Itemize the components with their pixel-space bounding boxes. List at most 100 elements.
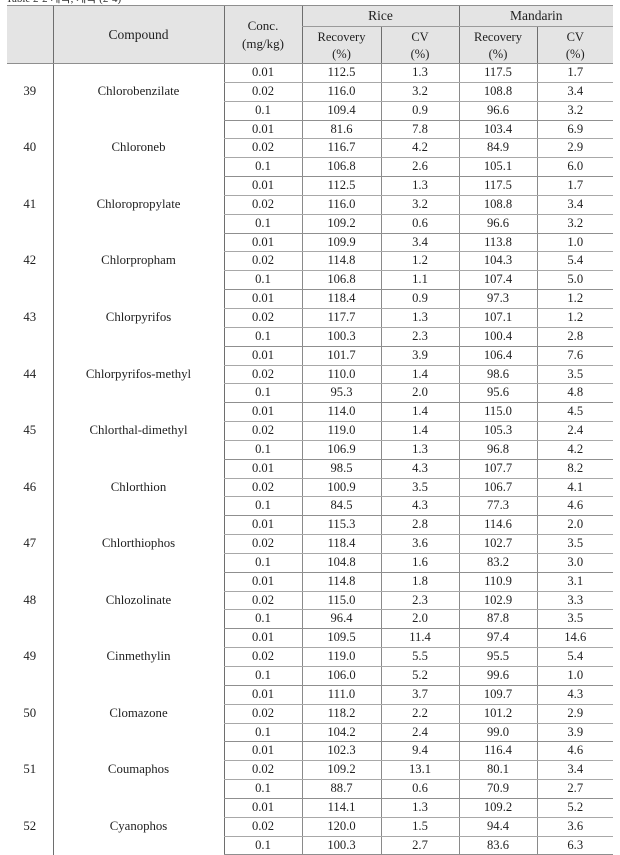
mandarin-recovery-value: 102.9: [458, 591, 537, 611]
rice-recovery-value: 120.0: [301, 817, 381, 837]
concentration-value: 0.02: [223, 365, 302, 385]
mandarin-cv-value: 3.0: [536, 553, 614, 573]
compound-name: Chlorthion: [52, 459, 224, 516]
mandarin-cv-value: 3.6: [536, 817, 614, 837]
rice-cv-value: 2.3: [380, 591, 459, 611]
mandarin-recovery-value: 105.1: [458, 157, 537, 178]
concentration-value: 0.02: [223, 308, 302, 328]
rice-recovery-value: 119.0: [301, 421, 381, 441]
concentration-value: 0.01: [223, 120, 302, 140]
concentration-value: 0.1: [223, 101, 302, 121]
mandarin-cv-value: 2.9: [536, 138, 614, 159]
rice-cv-value: 0.9: [380, 289, 459, 309]
mandarin-recovery-value: 107.4: [458, 270, 537, 291]
mandarin-recovery-value: 108.8: [458, 82, 537, 102]
rice-cv-value: 0.6: [380, 214, 459, 234]
mandarin-recovery-value: 83.2: [458, 553, 537, 573]
mandarin-cv-value: 4.6: [536, 741, 614, 762]
row-number: 47: [23, 536, 37, 551]
rice-cv-value: 1.6: [380, 553, 459, 573]
mandarin-recovery-value: 109.7: [458, 685, 537, 705]
header-mandarin-recovery-line1: Recovery: [474, 29, 522, 44]
compound-name: Chlozolinate: [52, 572, 224, 629]
mandarin-cv-value: 5.0: [536, 270, 614, 291]
row-number: 52: [23, 818, 37, 833]
rice-cv-value: 5.5: [380, 647, 459, 667]
rice-cv-value: 3.7: [380, 685, 459, 705]
mandarin-cv-value: 14.6: [536, 628, 614, 649]
mandarin-recovery-value: 110.9: [458, 572, 537, 592]
mandarin-recovery-value: 95.5: [458, 647, 537, 667]
rice-cv-value: 3.4: [380, 233, 459, 253]
rice-recovery-value: 98.5: [301, 459, 381, 479]
table-row: 43 Chlorpyrifos 0.01 118.4 0.9 97.3 1.2: [7, 289, 614, 347]
mandarin-recovery-value: 77.3: [458, 496, 537, 517]
rice-cv-value: 9.4: [380, 741, 459, 762]
mandarin-recovery-value: 107.7: [458, 459, 537, 479]
header-concentration: Conc. (mg/kg): [223, 5, 302, 64]
rice-recovery-value: 116.7: [301, 138, 381, 159]
concentration-value: 0.01: [223, 346, 302, 366]
rice-recovery-value: 100.3: [301, 836, 381, 855]
mandarin-recovery-value: 95.6: [458, 383, 537, 404]
rice-recovery-value: 118.4: [301, 534, 381, 554]
rice-cv-value: 0.9: [380, 101, 459, 121]
mandarin-cv-value: 4.3: [536, 685, 614, 705]
table-header: Compound Conc. (mg/kg) Rice Mandarin Rec…: [7, 5, 614, 64]
mandarin-cv-value: 3.4: [536, 195, 614, 215]
concentration-value: 0.1: [223, 553, 302, 573]
rice-cv-value: 1.5: [380, 817, 459, 837]
rice-cv-value: 2.0: [380, 383, 459, 404]
concentration-value: 0.01: [223, 233, 302, 253]
header-number-blank: [7, 5, 53, 64]
mandarin-cv-value: 5.2: [536, 798, 614, 818]
rice-cv-value: 1.3: [380, 440, 459, 460]
rice-recovery-value: 110.0: [301, 365, 381, 385]
header-rice-recovery-line1: Recovery: [317, 29, 366, 44]
rice-cv-value: 1.3: [380, 308, 459, 328]
rice-recovery-value: 116.0: [301, 82, 381, 102]
table-body: 39 Chlorobenzilate 0.01 112.5 1.3 117.5 1.7 0.0…: [7, 63, 614, 855]
mandarin-recovery-value: 99.6: [458, 666, 537, 686]
table-row: 41 Chloropropylate 0.01 112.5 1.3 117.5 1.7: [7, 176, 614, 234]
mandarin-recovery-value: 80.1: [458, 760, 537, 781]
concentration-value: 0.01: [223, 402, 302, 423]
mandarin-recovery-value: 115.0: [458, 402, 537, 423]
mandarin-recovery-value: 113.8: [458, 233, 537, 253]
rice-recovery-value: 118.4: [301, 289, 381, 309]
mandarin-recovery-value: 97.4: [458, 628, 537, 649]
mandarin-cv-value: 7.6: [536, 346, 614, 366]
header-rice-recovery: Recovery (%): [301, 26, 381, 64]
mandarin-cv-value: 2.8: [536, 327, 614, 347]
concentration-value: 0.1: [223, 836, 302, 855]
rice-cv-value: 2.2: [380, 704, 459, 724]
concentration-value: 0.02: [223, 647, 302, 667]
row-number: 49: [23, 649, 37, 664]
concentration-value: 0.01: [223, 515, 302, 536]
rice-recovery-value: 106.8: [301, 157, 381, 178]
rice-recovery-value: 112.5: [301, 176, 381, 196]
header-rice-cv: CV (%): [380, 26, 459, 64]
header-mandarin-cv-line1: CV: [566, 29, 584, 44]
rice-recovery-value: 81.6: [301, 120, 381, 140]
mandarin-cv-value: 6.3: [536, 836, 614, 855]
mandarin-recovery-value: 97.3: [458, 289, 537, 309]
mandarin-recovery-value: 109.2: [458, 798, 537, 818]
mandarin-cv-value: 2.9: [536, 704, 614, 724]
rice-recovery-value: 114.1: [301, 798, 381, 818]
mandarin-cv-value: 6.9: [536, 120, 614, 140]
mandarin-cv-value: 3.5: [536, 609, 614, 630]
table-row: 47 Chlorthiophos 0.01 115.3 2.8 114.6 2.0: [7, 515, 614, 573]
mandarin-cv-value: 3.2: [536, 214, 614, 234]
mandarin-cv-value: 1.0: [536, 666, 614, 686]
row-number: 44: [23, 366, 37, 381]
rice-cv-value: 1.4: [380, 365, 459, 385]
rice-cv-value: 1.1: [380, 270, 459, 291]
mandarin-recovery-value: 103.4: [458, 120, 537, 140]
mandarin-recovery-value: 87.8: [458, 609, 537, 630]
mandarin-recovery-value: 108.8: [458, 195, 537, 215]
concentration-value: 0.01: [223, 798, 302, 818]
concentration-value: 0.1: [223, 327, 302, 347]
concentration-value: 0.02: [223, 82, 302, 102]
table-row: 49 Cinmethylin 0.01 109.5 11.4 97.4 14.6: [7, 628, 614, 686]
